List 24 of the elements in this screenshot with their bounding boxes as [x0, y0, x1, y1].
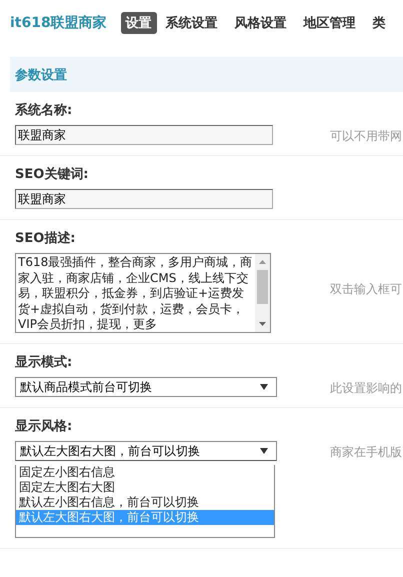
field-hint: 双击输入框可 — [330, 281, 402, 298]
field-label: SEO关键词: — [15, 166, 90, 184]
textarea-field[interactable]: T618最强插件，整合商家，多用户商城，商家入驻，商家店铺，企业CMS，线上线下交易，联盟积分，抵金券，到店验证+运费发货+虚拟自动，货到付款，运费，会员卡，VIP会员折扣，提现，更多 — [15, 253, 271, 333]
text-field[interactable]: 联盟商家 — [15, 189, 273, 209]
nav-tab[interactable]: 系统设置 — [160, 12, 223, 34]
select-dropdown[interactable]: 默认商品模式前台可切换 — [15, 377, 277, 397]
field-label: 显示风格: — [15, 418, 74, 436]
field-hint: 可以不用带网 — [330, 128, 402, 145]
scrollbar[interactable] — [255, 254, 270, 332]
caret-icon — [260, 448, 268, 454]
brand-title: it618联盟商家 — [10, 14, 107, 32]
caret-icon — [260, 384, 268, 390]
nav-tab[interactable]: 地区管理 — [298, 12, 361, 34]
field-hint: 商家在手机版 — [330, 444, 402, 461]
field-hint: 此设置影响的 — [330, 380, 402, 397]
section-title: 参数设置 — [15, 66, 67, 84]
nav-tab[interactable]: 风格设置 — [230, 12, 292, 34]
nav-tab[interactable]: 类 — [368, 12, 391, 34]
nav-tab[interactable]: 设置 — [120, 12, 157, 34]
field-label: 系统名称: — [15, 102, 74, 120]
field-label: SEO描述: — [15, 230, 76, 248]
text-field[interactable]: 联盟商家 — [15, 125, 273, 145]
field-label: 显示模式: — [15, 354, 74, 372]
select-dropdown[interactable]: 默认左大图右大图，前台可以切换 — [15, 441, 277, 461]
